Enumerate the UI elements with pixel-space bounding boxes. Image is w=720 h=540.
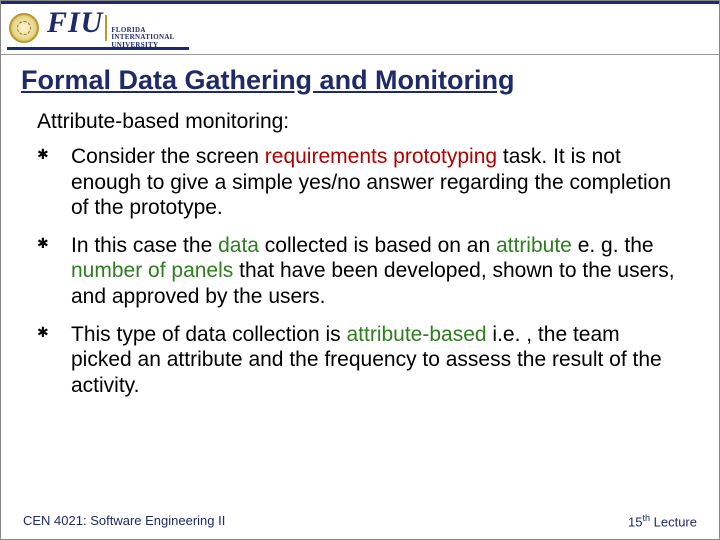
slide: FIU FLORIDA INTERNATIONAL UNIVERSITY For… bbox=[0, 0, 720, 540]
lead-text: Attribute-based monitoring: bbox=[37, 110, 683, 134]
body-text: collected is based on an bbox=[259, 234, 496, 257]
highlight-text: attribute-based bbox=[346, 323, 486, 346]
header-bar: FIU FLORIDA INTERNATIONAL UNIVERSITY bbox=[1, 1, 719, 55]
highlight-text: requirements prototyping bbox=[265, 145, 497, 168]
highlight-text: number of panels bbox=[71, 259, 233, 282]
footer-lecture-num: 15 bbox=[628, 514, 642, 529]
footer-right: 15th Lecture bbox=[628, 513, 697, 529]
fiu-logo: FIU FLORIDA INTERNATIONAL UNIVERSITY bbox=[47, 6, 175, 49]
title-area: Formal Data Gathering and Monitoring bbox=[1, 55, 719, 102]
highlight-text: data bbox=[218, 234, 259, 257]
slide-title: Formal Data Gathering and Monitoring bbox=[21, 65, 515, 96]
body-text: This type of data collection is bbox=[71, 323, 346, 346]
logo-main-text: FIU bbox=[47, 6, 103, 40]
bullet-item: This type of data collection is attribut… bbox=[37, 322, 683, 399]
logo-divider bbox=[105, 15, 107, 41]
body-text: e. g. the bbox=[572, 234, 654, 257]
footer: CEN 4021: Software Engineering II 15th L… bbox=[1, 513, 719, 529]
footer-lecture-word: Lecture bbox=[650, 514, 697, 529]
logo-subtext: FLORIDA INTERNATIONAL UNIVERSITY bbox=[111, 27, 174, 49]
body-text: Consider the screen bbox=[71, 145, 265, 168]
highlight-text: attribute bbox=[496, 234, 572, 257]
bullet-list: Consider the screen requirements prototy… bbox=[37, 144, 683, 398]
university-seal-icon bbox=[9, 13, 39, 43]
bullet-item: In this case the data collected is based… bbox=[37, 233, 683, 310]
body-text: In this case the bbox=[71, 234, 218, 257]
bullet-item: Consider the screen requirements prototy… bbox=[37, 144, 683, 221]
footer-left: CEN 4021: Software Engineering II bbox=[23, 513, 225, 529]
header-inner: FIU FLORIDA INTERNATIONAL UNIVERSITY bbox=[7, 8, 189, 50]
slide-body: Attribute-based monitoring: Consider the… bbox=[1, 102, 719, 539]
footer-ordinal: th bbox=[643, 513, 651, 523]
logo-sub-line3: UNIVERSITY bbox=[111, 42, 174, 49]
